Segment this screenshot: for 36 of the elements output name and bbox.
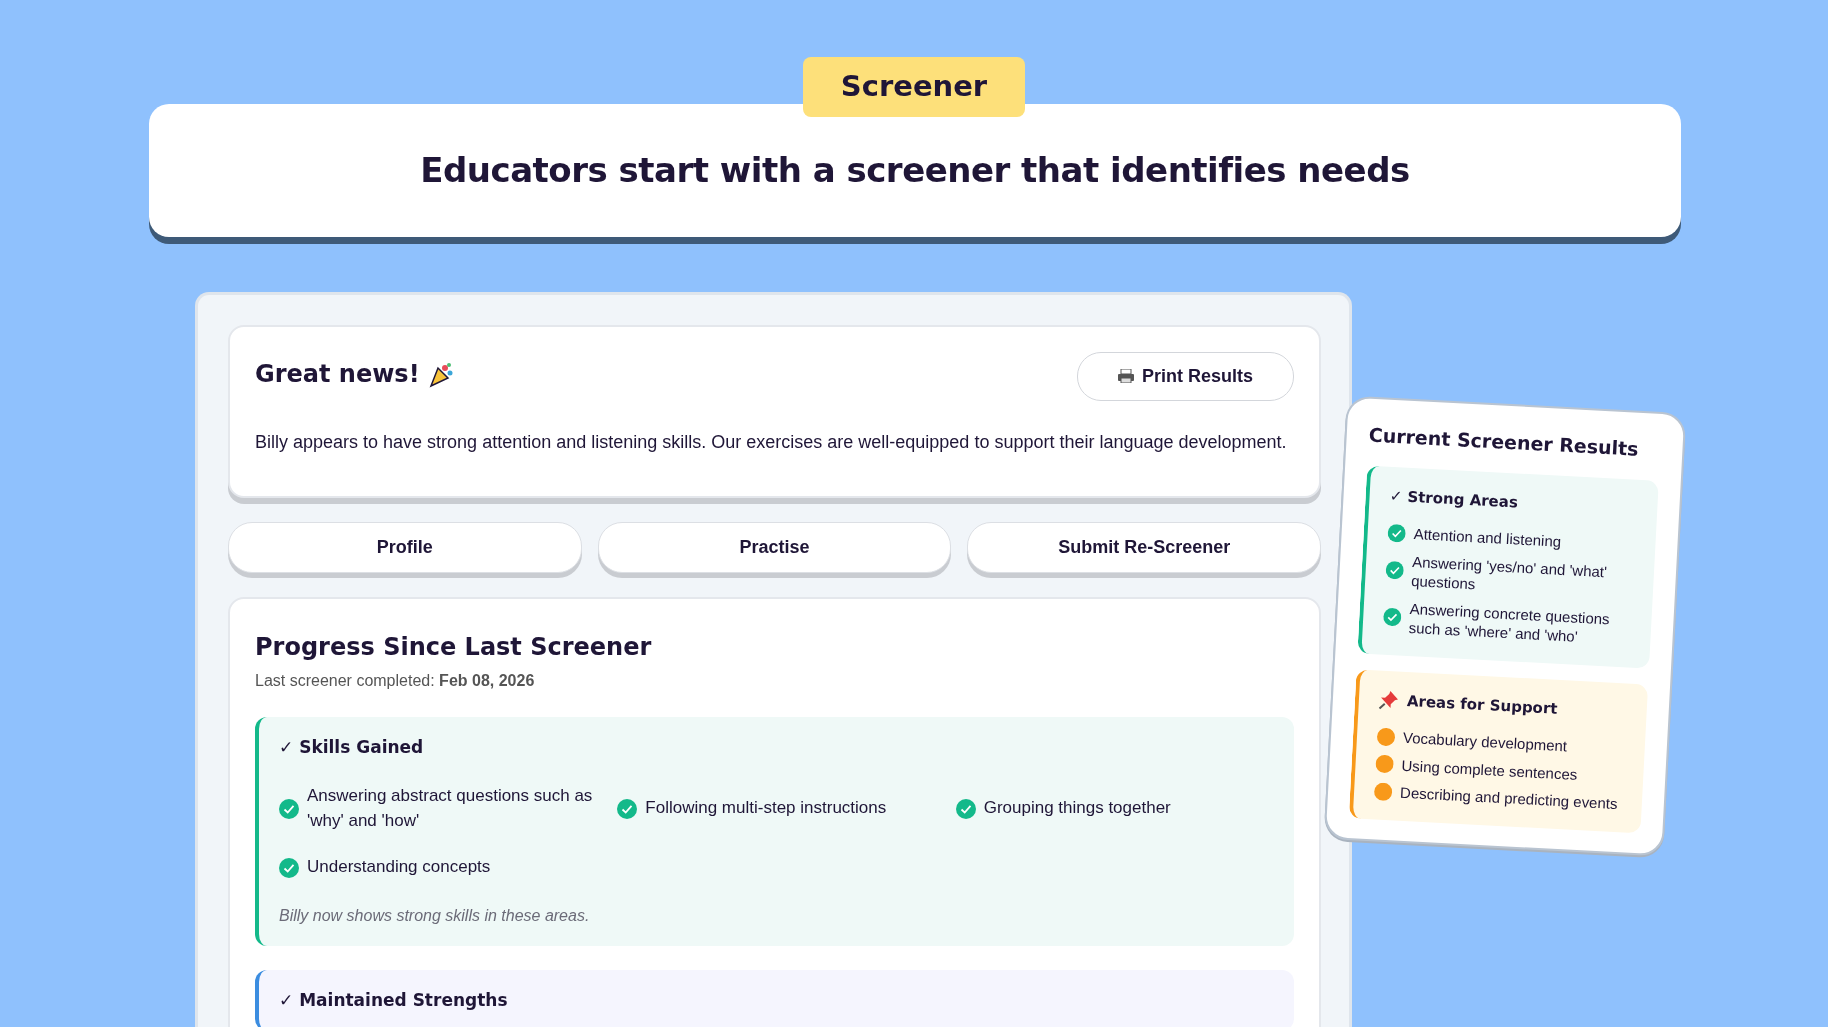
status-dot-icon — [1375, 754, 1395, 774]
card-title: Current Screener Results — [1368, 422, 1641, 462]
card-title: Progress Since Last Screener — [255, 631, 653, 663]
section-badge: Screener — [802, 57, 1026, 117]
check-icon — [279, 857, 299, 878]
last-screener-date: Feb 08, 2026 — [439, 671, 535, 689]
headline: Educators start with a screener that identifies needs — [420, 148, 1410, 192]
check-icon — [1382, 607, 1402, 627]
printer-icon — [1117, 369, 1134, 383]
check-icon — [1385, 560, 1405, 580]
skill-text: Answering 'yes/no' and 'what' questions — [1410, 551, 1609, 594]
status-dot-icon — [1373, 781, 1393, 801]
section-title: ✓ Maintained Strengths — [279, 988, 508, 1012]
section-title: Areas for Support — [1406, 690, 1559, 719]
card-title: Great news! — [255, 358, 420, 390]
pushpin-icon — [1378, 688, 1400, 710]
skill-text: Answering abstract questions such as 'why' and 'how' — [307, 785, 594, 832]
skill-text: Following multi-step instructions — [645, 797, 887, 820]
print-results-button[interactable]: Print Results — [1076, 351, 1294, 401]
skill-text: Describing and predicting events — [1399, 782, 1618, 814]
skill-text: Attention and listening — [1413, 523, 1562, 551]
check-icon — [1387, 523, 1407, 542]
skill-text: Grouping things together — [983, 797, 1171, 820]
section-title: ✓ Skills Gained — [279, 735, 424, 759]
last-screener-label: Last screener completed: — [255, 671, 435, 689]
status-dot-icon — [1376, 726, 1396, 746]
summary-message: Billy appears to have strong attention and listening skills. Our exercises are well-equipped to support their language development. — [255, 430, 1288, 454]
check-icon — [279, 798, 299, 819]
section-note: Billy now shows strong skills in these areas. — [279, 905, 591, 926]
section-title: ✓ Strong Areas — [1389, 484, 1519, 513]
check-icon — [955, 798, 976, 819]
skill-text: Answering concrete questions such as 'where' and 'who' — [1408, 598, 1612, 647]
skill-text: Vocabulary development — [1402, 727, 1568, 756]
skill-text: Using complete sentences — [1401, 754, 1578, 784]
skill-text: Understanding concepts — [307, 856, 491, 879]
check-icon — [617, 798, 638, 819]
